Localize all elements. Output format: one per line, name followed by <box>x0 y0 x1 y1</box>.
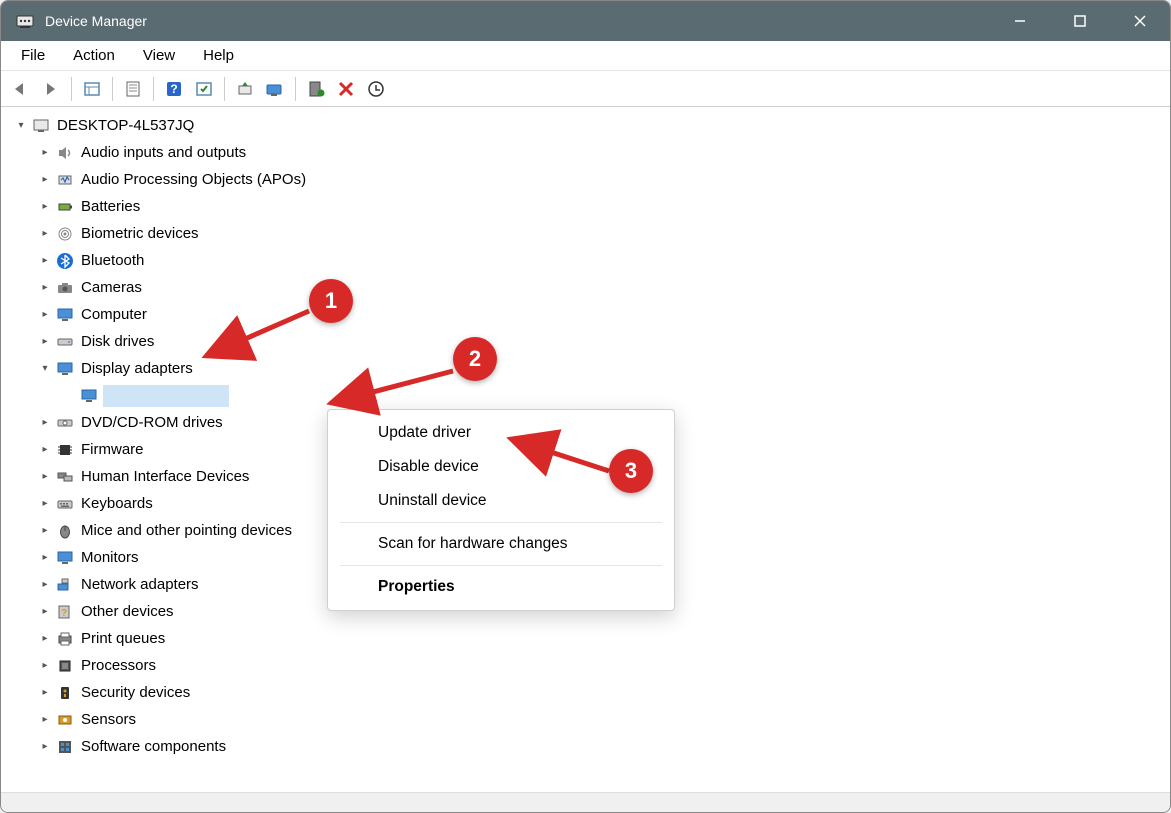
chevron-right-icon[interactable]: ▸ <box>37 469 53 485</box>
cpu-icon <box>55 656 75 676</box>
maximize-button[interactable] <box>1050 1 1110 41</box>
menu-file[interactable]: File <box>9 43 57 68</box>
nav-back-button[interactable] <box>7 75 35 103</box>
chevron-right-icon[interactable]: ▸ <box>37 550 53 566</box>
chevron-right-icon[interactable]: ▸ <box>37 658 53 674</box>
audio-processing-icon <box>55 170 75 190</box>
chip-icon <box>55 440 75 460</box>
chevron-right-icon[interactable]: ▸ <box>37 712 53 728</box>
chevron-right-icon[interactable]: ▸ <box>37 334 53 350</box>
chevron-right-icon[interactable]: ▸ <box>37 307 53 323</box>
chevron-right-icon[interactable]: ▸ <box>37 739 53 755</box>
chevron-right-icon[interactable]: ▸ <box>37 280 53 296</box>
tree-item-biometric[interactable]: ▸ Biometric devices <box>9 220 1170 247</box>
hid-icon <box>55 467 75 487</box>
menubar: File Action View Help <box>1 41 1170 71</box>
context-menu: Update driver Disable device Uninstall d… <box>327 409 675 611</box>
tree-item-cameras[interactable]: ▸ Cameras <box>9 274 1170 301</box>
uninstall-device-button[interactable] <box>332 75 360 103</box>
disable-device-button[interactable] <box>362 75 390 103</box>
tree-root[interactable]: ▾ DESKTOP-4L537JQ <box>9 112 1170 139</box>
chevron-down-icon[interactable]: ▾ <box>13 118 29 134</box>
tree-item-print-queues[interactable]: ▸ Print queues <box>9 625 1170 652</box>
scan-hardware-button[interactable] <box>261 75 289 103</box>
chevron-right-icon[interactable]: ▸ <box>37 145 53 161</box>
disk-drive-icon <box>55 332 75 352</box>
chevron-right-icon[interactable]: ▸ <box>37 496 53 512</box>
speaker-icon <box>55 143 75 163</box>
properties-button[interactable] <box>119 75 147 103</box>
menu-action[interactable]: Action <box>61 43 127 68</box>
context-menu-scan-hardware[interactable]: Scan for hardware changes <box>328 527 674 561</box>
security-device-icon <box>55 683 75 703</box>
chevron-right-icon[interactable]: ▸ <box>37 415 53 431</box>
tree-root-label: DESKTOP-4L537JQ <box>55 116 196 135</box>
optical-drive-icon <box>55 413 75 433</box>
action-list-button[interactable] <box>190 75 218 103</box>
chevron-right-icon[interactable]: ▸ <box>37 199 53 215</box>
nav-forward-button[interactable] <box>37 75 65 103</box>
chevron-right-icon[interactable]: ▸ <box>37 631 53 647</box>
tree-item-software-components[interactable]: ▸ Software components <box>9 733 1170 760</box>
chevron-right-icon[interactable]: ▸ <box>37 253 53 269</box>
update-driver-button[interactable] <box>231 75 259 103</box>
chevron-right-icon[interactable]: ▸ <box>37 172 53 188</box>
chevron-right-icon[interactable]: ▸ <box>37 226 53 242</box>
fingerprint-icon <box>55 224 75 244</box>
computer-icon <box>31 116 51 136</box>
bluetooth-icon <box>55 251 75 271</box>
close-button[interactable] <box>1110 1 1170 41</box>
tree-item-audio-processing[interactable]: ▸ Audio Processing Objects (APOs) <box>9 166 1170 193</box>
context-menu-separator <box>340 522 662 523</box>
display-adapter-icon <box>55 359 75 379</box>
unknown-device-icon: ? <box>55 602 75 622</box>
minimize-button[interactable] <box>990 1 1050 41</box>
keyboard-icon <box>55 494 75 514</box>
chevron-right-icon[interactable]: ▸ <box>37 604 53 620</box>
svg-text:?: ? <box>170 82 177 96</box>
titlebar: Device Manager <box>1 1 1170 41</box>
monitor-icon <box>55 305 75 325</box>
chevron-right-icon[interactable]: ▸ <box>37 523 53 539</box>
chevron-right-icon[interactable]: ▸ <box>37 685 53 701</box>
enable-device-button[interactable] <box>302 75 330 103</box>
context-menu-update-driver[interactable]: Update driver <box>328 416 674 450</box>
statusbar <box>1 792 1170 812</box>
battery-icon <box>55 197 75 217</box>
device-manager-window: Device Manager File Action View Help ? <box>0 0 1171 813</box>
help-button[interactable]: ? <box>160 75 188 103</box>
tree-item-display-adapter-child[interactable] <box>9 382 1170 409</box>
tree-item-security[interactable]: ▸ Security devices <box>9 679 1170 706</box>
tree-item-computer[interactable]: ▸ Computer <box>9 301 1170 328</box>
context-menu-separator <box>340 565 662 566</box>
toolbar: ? <box>1 71 1170 107</box>
menu-help[interactable]: Help <box>191 43 246 68</box>
sensor-icon <box>55 710 75 730</box>
mouse-icon <box>55 521 75 541</box>
show-hide-console-tree-button[interactable] <box>78 75 106 103</box>
tree-item-disk-drives[interactable]: ▸ Disk drives <box>9 328 1170 355</box>
tree-item-sensors[interactable]: ▸ Sensors <box>9 706 1170 733</box>
tree-item-bluetooth[interactable]: ▸ Bluetooth <box>9 247 1170 274</box>
tree-item-batteries[interactable]: ▸ Batteries <box>9 193 1170 220</box>
chevron-right-icon[interactable]: ▸ <box>37 442 53 458</box>
chevron-right-icon[interactable]: ▸ <box>37 577 53 593</box>
context-menu-disable-device[interactable]: Disable device <box>328 450 674 484</box>
tree-item-display-adapters[interactable]: ▾ Display adapters <box>9 355 1170 382</box>
display-adapter-icon <box>79 386 99 406</box>
network-adapter-icon <box>55 575 75 595</box>
monitor-icon <box>55 548 75 568</box>
context-menu-properties[interactable]: Properties <box>328 570 674 604</box>
context-menu-uninstall-device[interactable]: Uninstall device <box>328 484 674 518</box>
software-component-icon <box>55 737 75 757</box>
chevron-down-icon[interactable]: ▾ <box>37 361 53 377</box>
menu-view[interactable]: View <box>131 43 187 68</box>
window-title: Device Manager <box>45 13 147 29</box>
printer-icon <box>55 629 75 649</box>
tree-item-audio-inputs[interactable]: ▸ Audio inputs and outputs <box>9 139 1170 166</box>
svg-text:?: ? <box>61 608 67 619</box>
tree-item-processors[interactable]: ▸ Processors <box>9 652 1170 679</box>
camera-icon <box>55 278 75 298</box>
app-icon <box>13 9 37 33</box>
